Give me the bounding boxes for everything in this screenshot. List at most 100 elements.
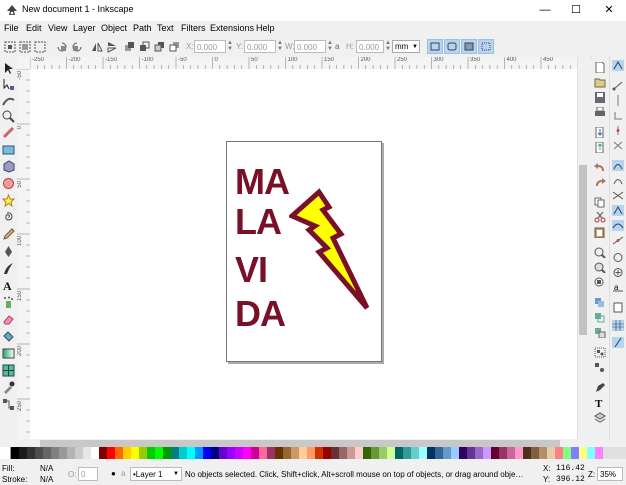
- palette-swatch[interactable]: [123, 447, 131, 459]
- palette-swatch[interactable]: [291, 447, 299, 459]
- palette-swatch[interactable]: [283, 447, 291, 459]
- fill-stroke-icon[interactable]: [594, 382, 606, 393]
- menu-edit[interactable]: Edit: [26, 23, 42, 33]
- node-tool-icon[interactable]: [2, 78, 15, 91]
- snap-bbox-center-icon[interactable]: [612, 140, 624, 151]
- palette-swatch[interactable]: [43, 447, 51, 459]
- eraser-tool-icon[interactable]: [2, 313, 15, 326]
- palette-swatch[interactable]: [115, 447, 123, 459]
- canvas[interactable]: MA LA VI DA: [30, 69, 577, 439]
- palette-swatch[interactable]: [211, 447, 219, 459]
- palette-swatch[interactable]: [227, 447, 235, 459]
- snap-bbox-edge-icon[interactable]: [612, 95, 624, 106]
- flip-horizontal-icon[interactable]: [91, 41, 103, 53]
- close-button[interactable]: ✕: [594, 0, 624, 21]
- palette-swatch[interactable]: [563, 447, 571, 459]
- palette-swatch[interactable]: [371, 447, 379, 459]
- snap-grid-icon[interactable]: [612, 320, 624, 331]
- lower-icon[interactable]: [154, 41, 166, 53]
- palette-swatch[interactable]: [587, 447, 595, 459]
- snap-text-baseline-icon[interactable]: a: [612, 282, 624, 293]
- selector-tool-icon[interactable]: [2, 62, 15, 75]
- palette-swatch[interactable]: [75, 447, 83, 459]
- maximize-button[interactable]: ☐: [561, 0, 591, 21]
- text-word-1[interactable]: MA: [235, 164, 290, 200]
- minimize-button[interactable]: —: [530, 0, 560, 21]
- menu-file[interactable]: File: [4, 23, 19, 33]
- menu-extensions[interactable]: Extensions: [210, 23, 254, 33]
- palette-swatch[interactable]: [139, 447, 147, 459]
- palette-swatch[interactable]: [435, 447, 443, 459]
- print-icon[interactable]: [594, 107, 606, 118]
- palette-swatch[interactable]: [315, 447, 323, 459]
- zoom-drawing-icon[interactable]: [594, 262, 606, 273]
- palette-swatch[interactable]: [403, 447, 411, 459]
- palette-swatch[interactable]: [267, 447, 275, 459]
- palette-swatch[interactable]: [387, 447, 395, 459]
- copy-icon[interactable]: [594, 197, 606, 208]
- snap-page-border-icon[interactable]: [612, 302, 624, 313]
- palette-swatch[interactable]: [355, 447, 363, 459]
- palette-swatch[interactable]: [363, 447, 371, 459]
- palette-swatch[interactable]: [203, 447, 211, 459]
- snap-enable-icon[interactable]: [612, 60, 624, 71]
- palette-swatch[interactable]: [339, 447, 347, 459]
- rotate-cw-icon[interactable]: [71, 41, 83, 53]
- menu-filters[interactable]: Filters: [181, 23, 206, 33]
- measure-tool-icon[interactable]: [2, 126, 15, 139]
- menu-object[interactable]: Object: [101, 23, 127, 33]
- gradient-tool-icon[interactable]: [2, 347, 15, 360]
- palette-swatch[interactable]: [523, 447, 531, 459]
- palette-swatch[interactable]: [443, 447, 451, 459]
- no-paint-swatch[interactable]: [0, 447, 11, 459]
- menu-view[interactable]: View: [48, 23, 67, 33]
- palette-swatch[interactable]: [187, 447, 195, 459]
- save-icon[interactable]: [594, 92, 606, 103]
- tweak-tool-icon[interactable]: [2, 94, 15, 107]
- group-icon[interactable]: [594, 347, 606, 358]
- rotate-ccw-icon[interactable]: [56, 41, 68, 53]
- palette-swatch[interactable]: [467, 447, 475, 459]
- snap-rotation-center-icon[interactable]: [612, 267, 624, 278]
- palette-swatch[interactable]: [195, 447, 203, 459]
- palette-swatch[interactable]: [531, 447, 539, 459]
- zoom-tool-icon[interactable]: [2, 110, 15, 123]
- palette-swatch[interactable]: [539, 447, 547, 459]
- palette-swatch[interactable]: [379, 447, 387, 459]
- ellipse-tool-icon[interactable]: [2, 177, 15, 190]
- palette-swatch[interactable]: [299, 447, 307, 459]
- palette-swatch[interactable]: [27, 447, 35, 459]
- flip-vertical-icon[interactable]: [106, 41, 118, 53]
- palette-swatch[interactable]: [347, 447, 355, 459]
- palette-swatch[interactable]: [331, 447, 339, 459]
- snap-object-midpoint-icon[interactable]: [612, 252, 624, 263]
- snap-cusp-node-icon[interactable]: [612, 205, 624, 216]
- unit-select[interactable]: mm ▼: [392, 40, 420, 53]
- snap-bbox-corner-icon[interactable]: [612, 110, 624, 121]
- vertical-ruler[interactable]: -50 0 50 100 150 200 250: [17, 69, 31, 439]
- palette-swatch[interactable]: [499, 447, 507, 459]
- palette-swatch[interactable]: [107, 447, 115, 459]
- palette-swatch[interactable]: [179, 447, 187, 459]
- palette-swatch[interactable]: [171, 447, 179, 459]
- layer-visibility-icon[interactable]: ●: [111, 469, 116, 478]
- calligraphy-tool-icon[interactable]: [2, 262, 15, 275]
- palette-swatch[interactable]: [243, 447, 251, 459]
- deselect-icon[interactable]: [34, 41, 46, 53]
- snap-bbox-midpoint-icon[interactable]: [612, 125, 624, 136]
- h-input[interactable]: 0.000: [356, 40, 384, 53]
- y-input[interactable]: 0.000: [244, 40, 276, 53]
- box3d-tool-icon[interactable]: [2, 160, 15, 173]
- spray-tool-icon[interactable]: [2, 296, 15, 309]
- palette-swatch[interactable]: [19, 447, 27, 459]
- y-spinner[interactable]: ▲ ▼: [276, 40, 284, 53]
- palette-swatch[interactable]: [395, 447, 403, 459]
- layer-lock-icon[interactable]: a: [121, 469, 125, 478]
- import-icon[interactable]: [594, 127, 606, 138]
- palette-swatch[interactable]: [307, 447, 315, 459]
- palette-swatch[interactable]: [131, 447, 139, 459]
- palette-swatch[interactable]: [11, 447, 19, 459]
- palette-swatch[interactable]: [419, 447, 427, 459]
- palette-swatch[interactable]: [427, 447, 435, 459]
- palette-swatch[interactable]: [595, 447, 603, 459]
